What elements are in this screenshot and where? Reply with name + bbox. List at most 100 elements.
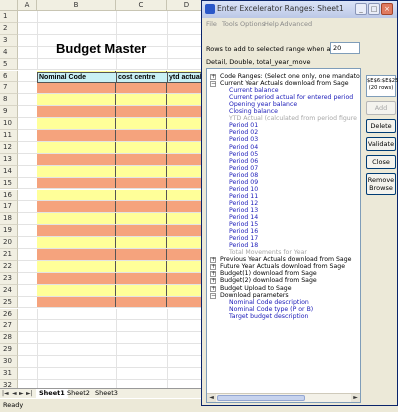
data-cell[interactable] xyxy=(116,177,167,189)
data-cell[interactable] xyxy=(116,82,167,94)
tree-item[interactable]: Target budget description xyxy=(229,313,308,321)
row-header[interactable]: 5 xyxy=(0,58,18,71)
data-cell[interactable] xyxy=(116,118,167,129)
row-header[interactable]: 26 xyxy=(0,308,18,321)
select-all-corner[interactable] xyxy=(0,0,18,11)
data-cell[interactable] xyxy=(37,189,116,201)
sheet-title[interactable]: Budget Master xyxy=(56,41,146,56)
data-cell[interactable] xyxy=(37,249,116,260)
ranges-tree[interactable]: + Code Ranges: (Select one only, one mand… xyxy=(206,68,361,403)
data-cell[interactable] xyxy=(37,260,116,272)
data-cell[interactable] xyxy=(37,284,116,296)
data-cell[interactable] xyxy=(116,153,167,165)
tab-sheet1[interactable]: Sheet1 xyxy=(36,389,68,398)
scroll-thumb[interactable] xyxy=(217,395,305,401)
row-header[interactable]: 20 xyxy=(0,237,18,249)
menu-tools[interactable]: Tools xyxy=(222,20,238,28)
data-cell[interactable] xyxy=(37,237,116,248)
row-header[interactable]: 2 xyxy=(0,22,18,35)
row-header[interactable]: 17 xyxy=(0,201,18,214)
data-cell[interactable] xyxy=(116,284,167,296)
validate-button[interactable]: Validate xyxy=(366,137,396,151)
tab-sheet3[interactable]: Sheet3 xyxy=(92,389,121,398)
data-cell[interactable] xyxy=(37,272,116,284)
data-cell[interactable] xyxy=(37,201,116,213)
rows-to-add-input[interactable]: 20 xyxy=(330,42,360,54)
data-cell[interactable] xyxy=(116,260,167,272)
row-header[interactable]: 15 xyxy=(0,177,18,190)
scroll-left-icon[interactable]: ◄ xyxy=(207,394,216,402)
tree-horizontal-scrollbar[interactable]: ◄ ► xyxy=(207,393,360,402)
row-header[interactable]: 27 xyxy=(0,320,18,333)
row-header[interactable]: 22 xyxy=(0,260,18,273)
data-cell[interactable] xyxy=(116,201,167,213)
row-header[interactable]: 14 xyxy=(0,165,18,178)
data-cell[interactable] xyxy=(116,94,167,106)
row-header[interactable]: 29 xyxy=(0,344,18,357)
column-header[interactable]: C xyxy=(116,0,167,11)
data-cell[interactable] xyxy=(37,94,116,106)
column-header[interactable]: B xyxy=(37,0,116,11)
tab-sheet2[interactable]: Sheet2 xyxy=(64,389,93,398)
data-cell[interactable] xyxy=(37,213,116,225)
close-button[interactable]: Close xyxy=(366,155,396,169)
data-cell[interactable] xyxy=(116,165,167,177)
data-cell[interactable] xyxy=(116,141,167,153)
row-header[interactable]: 28 xyxy=(0,332,18,345)
data-cell[interactable] xyxy=(37,296,116,308)
data-cell[interactable] xyxy=(37,82,116,94)
row-header[interactable]: 9 xyxy=(0,106,18,119)
row-header[interactable]: 24 xyxy=(0,284,18,297)
column-header[interactable]: A xyxy=(18,0,37,11)
menu-advanced[interactable]: Advanced xyxy=(280,20,312,28)
row-header[interactable]: 16 xyxy=(0,189,18,202)
data-cell[interactable] xyxy=(116,296,167,308)
expand-icon[interactable]: + xyxy=(210,285,216,292)
delete-button[interactable]: Delete xyxy=(366,119,396,133)
row-header[interactable]: 12 xyxy=(0,141,18,154)
header-cost-centre[interactable]: cost centre xyxy=(116,72,168,83)
menu-help[interactable]: Help xyxy=(264,20,279,28)
data-cell[interactable] xyxy=(116,130,167,141)
next-sheet-icon[interactable]: ► xyxy=(19,389,24,398)
menu-options[interactable]: Options xyxy=(240,20,265,28)
row-header[interactable]: 19 xyxy=(0,225,18,238)
data-cell[interactable] xyxy=(116,106,167,118)
row-header[interactable]: 31 xyxy=(0,368,18,380)
data-cell[interactable] xyxy=(37,153,116,165)
data-cell[interactable] xyxy=(37,106,116,118)
last-sheet-icon[interactable]: ►| xyxy=(26,389,33,398)
data-cell[interactable] xyxy=(116,249,167,260)
row-header[interactable]: 11 xyxy=(0,130,18,142)
row-header[interactable]: 30 xyxy=(0,356,18,368)
expand-icon[interactable]: + xyxy=(210,278,216,285)
data-cell[interactable] xyxy=(116,272,167,284)
menu-file[interactable]: File xyxy=(206,20,217,28)
collapse-icon[interactable]: − xyxy=(210,81,216,88)
row-header[interactable]: 4 xyxy=(0,46,18,59)
minimize-button[interactable]: _ xyxy=(355,3,367,15)
close-window-button[interactable]: × xyxy=(381,3,393,15)
data-cell[interactable] xyxy=(116,237,167,248)
data-cell[interactable] xyxy=(116,213,167,225)
remove-browse-button[interactable]: Remove Browse xyxy=(366,173,396,195)
data-cell[interactable] xyxy=(37,130,116,141)
row-header[interactable]: 1 xyxy=(0,11,18,23)
data-cell[interactable] xyxy=(37,177,116,189)
maximize-button[interactable]: □ xyxy=(368,3,380,15)
add-button[interactable]: Add xyxy=(366,101,396,115)
data-cell[interactable] xyxy=(37,118,116,129)
prev-sheet-icon[interactable]: ◄ xyxy=(12,389,17,398)
row-header[interactable]: 18 xyxy=(0,213,18,226)
row-header[interactable]: 6 xyxy=(0,70,18,83)
scroll-right-icon[interactable]: ► xyxy=(351,394,360,402)
row-header[interactable]: 25 xyxy=(0,296,18,309)
header-nominal-code[interactable]: Nominal Code xyxy=(37,72,117,83)
row-header[interactable]: 8 xyxy=(0,94,18,107)
row-header[interactable]: 3 xyxy=(0,34,18,47)
first-sheet-icon[interactable]: |◄ xyxy=(2,389,9,398)
dialog-titlebar[interactable]: Enter Excelerator Ranges: Sheet1 _ □ × xyxy=(202,1,397,18)
data-cell[interactable] xyxy=(116,225,167,237)
data-cell[interactable] xyxy=(116,189,167,201)
row-header[interactable]: 13 xyxy=(0,153,18,166)
